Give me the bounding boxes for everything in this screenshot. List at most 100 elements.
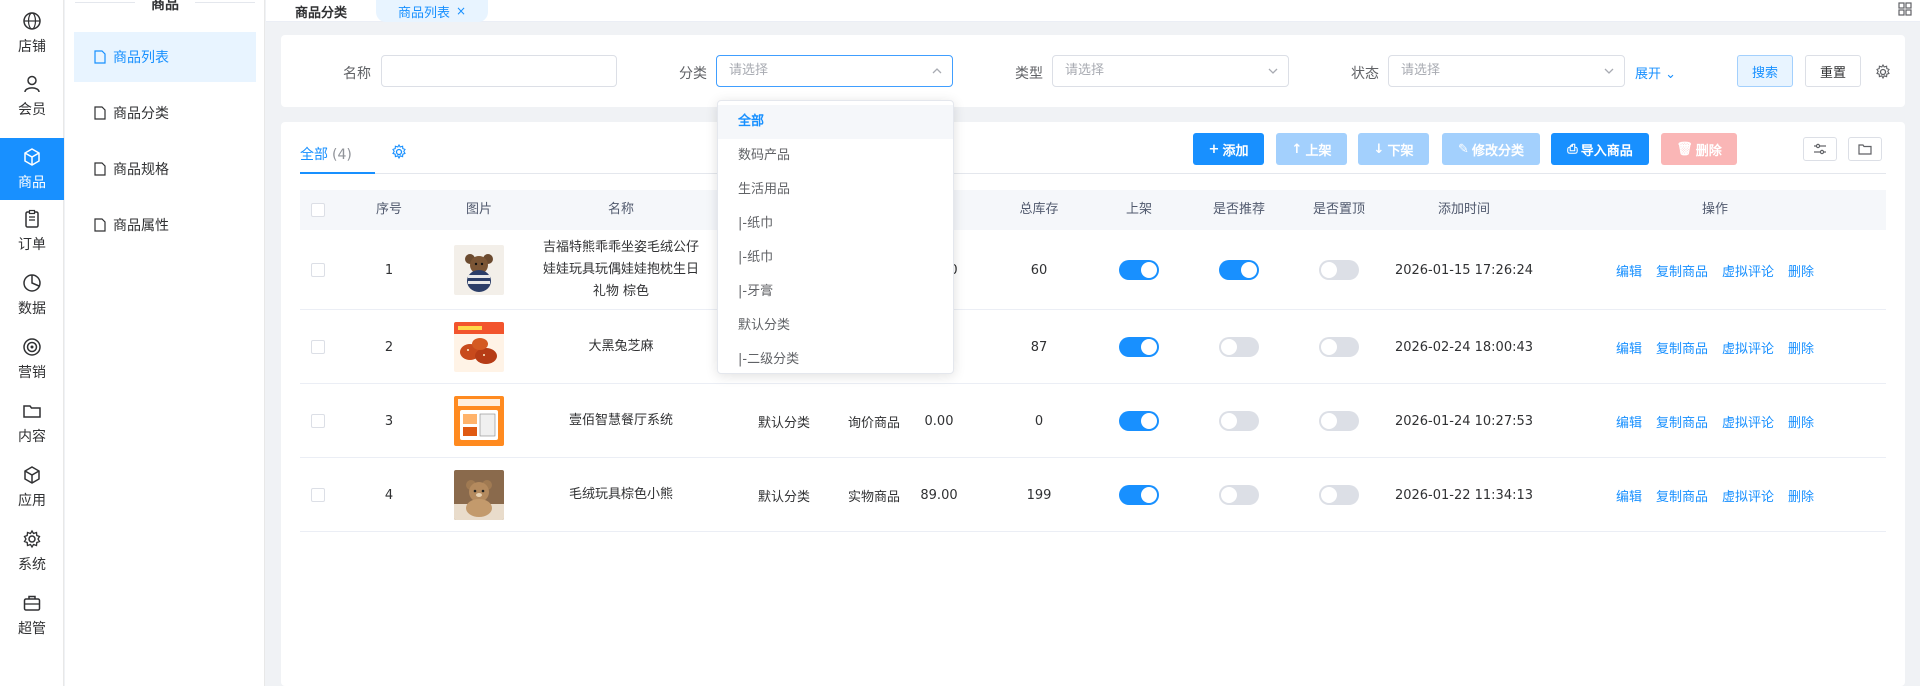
- cell-price: 89.00: [920, 487, 958, 503]
- name-label: 名称: [343, 66, 371, 82]
- virtual-review-link[interactable]: 虚拟评论: [1722, 338, 1774, 357]
- select-all-checkbox[interactable]: [311, 203, 325, 217]
- on-shelf-switch[interactable]: [1119, 260, 1159, 280]
- delete-link[interactable]: 删除: [1788, 338, 1814, 357]
- row-checkbox[interactable]: [311, 340, 325, 354]
- gear-icon[interactable]: [391, 144, 407, 160]
- nav-label: 数据: [18, 300, 46, 317]
- dropdown-option[interactable]: |-二级分类: [718, 343, 953, 373]
- nav-apps[interactable]: 应用: [0, 456, 64, 518]
- edit-link[interactable]: 编辑: [1616, 412, 1642, 431]
- name-input[interactable]: [381, 55, 617, 87]
- close-icon[interactable]: ×: [456, 4, 466, 18]
- import-goods-button[interactable]: ⎙ 导入商品: [1551, 133, 1649, 165]
- copy-goods-link[interactable]: 复制商品: [1656, 412, 1708, 431]
- top-switch[interactable]: [1319, 485, 1359, 505]
- copy-goods-link[interactable]: 复制商品: [1656, 261, 1708, 280]
- cell-image: [444, 384, 514, 458]
- cell-time: 2026-01-22 11:34:13: [1394, 487, 1534, 503]
- chevron-down-icon: [1268, 68, 1278, 74]
- type-select[interactable]: 请选择: [1052, 55, 1289, 87]
- cell-time: 2026-01-15 17:26:24: [1394, 262, 1534, 278]
- top-switch[interactable]: [1319, 337, 1359, 357]
- on-shelf-switch[interactable]: [1119, 485, 1159, 505]
- reset-button[interactable]: 重置: [1805, 55, 1861, 87]
- grid-icon[interactable]: [1898, 2, 1912, 16]
- submenu-item-goods-attr[interactable]: 商品属性: [74, 200, 256, 250]
- edit-link[interactable]: 编辑: [1616, 338, 1642, 357]
- row-checkbox[interactable]: [311, 263, 325, 277]
- shelf-down-button[interactable]: ↓ 下架: [1358, 133, 1429, 165]
- nav-store[interactable]: 店铺: [0, 2, 64, 64]
- recommend-switch[interactable]: [1219, 485, 1259, 505]
- gear-icon[interactable]: [1875, 64, 1891, 80]
- category-select[interactable]: 请选择: [716, 55, 953, 87]
- product-thumbnail[interactable]: [454, 245, 504, 295]
- dropdown-option[interactable]: |-牙膏: [718, 275, 953, 309]
- product-thumbnail[interactable]: [454, 322, 504, 372]
- shelf-up-button[interactable]: ↑ 上架: [1276, 133, 1347, 165]
- top-switch[interactable]: [1319, 260, 1359, 280]
- virtual-review-link[interactable]: 虚拟评论: [1722, 261, 1774, 280]
- arrow-up-icon: ↑: [1291, 141, 1303, 157]
- nav-goods[interactable]: 商品: [0, 138, 64, 200]
- virtual-review-link[interactable]: 虚拟评论: [1722, 412, 1774, 431]
- copy-goods-link[interactable]: 复制商品: [1656, 486, 1708, 505]
- delete-link[interactable]: 删除: [1788, 412, 1814, 431]
- cell-top: [1304, 230, 1374, 310]
- recommend-switch[interactable]: [1219, 411, 1259, 431]
- status-select[interactable]: 请选择: [1388, 55, 1625, 87]
- filter-settings-button[interactable]: [1803, 137, 1837, 161]
- top-switch[interactable]: [1319, 411, 1359, 431]
- clipboard-icon: [25, 209, 39, 228]
- on-shelf-switch[interactable]: [1119, 337, 1159, 357]
- dropdown-option[interactable]: |-纸巾: [718, 207, 953, 241]
- nav-member[interactable]: 会员: [0, 65, 64, 127]
- modify-category-button[interactable]: ✎ 修改分类: [1442, 133, 1540, 165]
- dropdown-option[interactable]: 生活用品: [718, 173, 953, 207]
- dropdown-option[interactable]: 默认分类: [718, 309, 953, 343]
- folder-button[interactable]: [1848, 137, 1882, 161]
- row-checkbox[interactable]: [311, 414, 325, 428]
- cell-on-shelf: [1104, 230, 1174, 310]
- nav-content[interactable]: 内容: [0, 392, 64, 454]
- cell-price: 0.00: [924, 413, 954, 429]
- nav-marketing[interactable]: 营销: [0, 328, 64, 390]
- add-button[interactable]: + 添加: [1193, 133, 1264, 165]
- row-checkbox[interactable]: [311, 488, 325, 502]
- edit-link[interactable]: 编辑: [1616, 261, 1642, 280]
- nav-data[interactable]: 数据: [0, 264, 64, 326]
- cell-actions: 编辑 复制商品 虚拟评论 删除: [1550, 230, 1880, 310]
- delete-link[interactable]: 删除: [1788, 486, 1814, 505]
- document-icon: [94, 50, 106, 64]
- edit-link[interactable]: 编辑: [1616, 486, 1642, 505]
- search-button[interactable]: 搜索: [1737, 55, 1793, 87]
- nav-system[interactable]: 系统: [0, 520, 64, 582]
- type-placeholder: 请选择: [1065, 63, 1105, 78]
- pie-chart-icon: [23, 273, 41, 292]
- virtual-review-link[interactable]: 虚拟评论: [1722, 486, 1774, 505]
- recommend-switch[interactable]: [1219, 337, 1259, 357]
- nav-order[interactable]: 订单: [0, 200, 64, 262]
- copy-goods-link[interactable]: 复制商品: [1656, 338, 1708, 357]
- search-form: 名称 分类 请选择 类型 请选择 状态 请选择 展开 ⌄ 搜索 重置: [281, 35, 1905, 107]
- product-thumbnail[interactable]: [454, 470, 504, 520]
- submenu-item-goods-category[interactable]: 商品分类: [74, 88, 256, 138]
- dropdown-option[interactable]: 全部: [718, 105, 953, 139]
- nav-superadmin[interactable]: 超管: [0, 584, 64, 646]
- recommend-switch[interactable]: [1219, 260, 1259, 280]
- submenu-item-label: 商品分类: [113, 106, 169, 122]
- delete-button[interactable]: 🗑 删除: [1661, 133, 1737, 165]
- tab-goods-list[interactable]: 商品列表 ×: [376, 0, 488, 22]
- dropdown-option[interactable]: |-纸巾: [718, 241, 953, 275]
- nav-label: 系统: [18, 556, 46, 573]
- delete-link[interactable]: 删除: [1788, 261, 1814, 280]
- expand-toggle[interactable]: 展开 ⌄: [1635, 63, 1676, 82]
- tab-goods-category[interactable]: 商品分类: [266, 0, 376, 22]
- product-thumbnail[interactable]: [454, 396, 504, 446]
- submenu-item-goods-spec[interactable]: 商品规格: [74, 144, 256, 194]
- on-shelf-switch[interactable]: [1119, 411, 1159, 431]
- dropdown-option[interactable]: 数码产品: [718, 139, 953, 173]
- submenu-item-goods-list[interactable]: 商品列表: [74, 32, 256, 82]
- cell-image: [444, 458, 514, 532]
